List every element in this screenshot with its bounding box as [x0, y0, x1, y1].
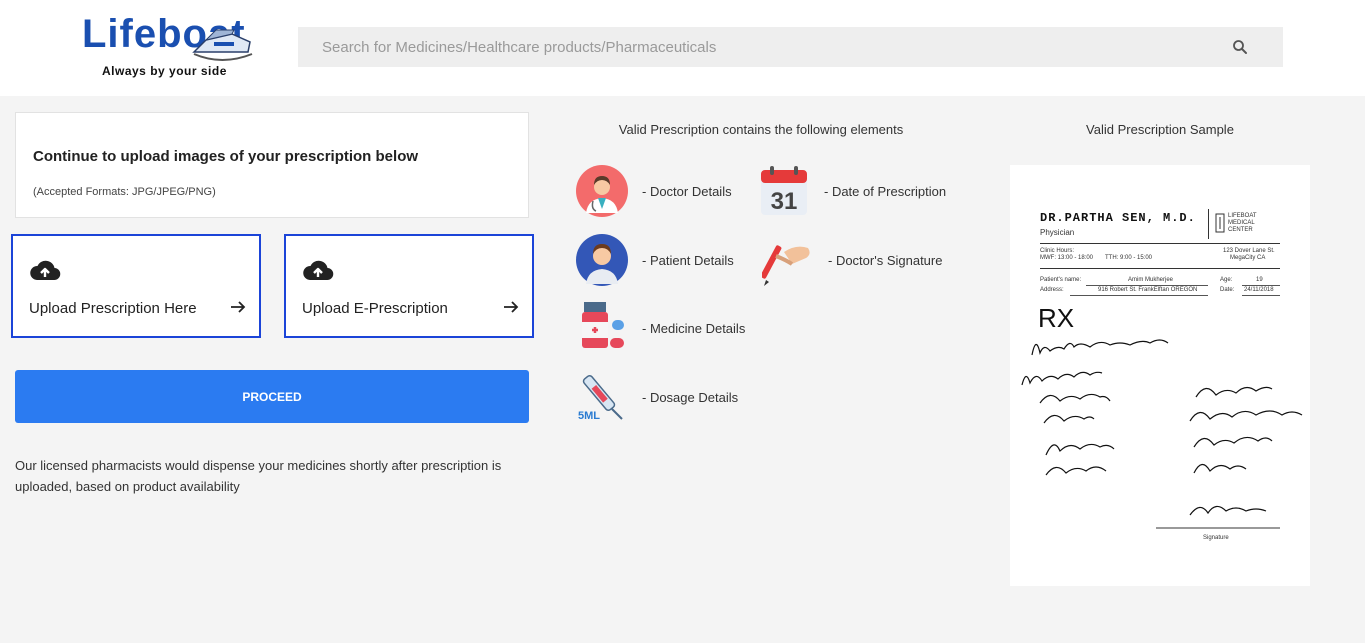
sample-address-2: MegaCity CA — [1230, 255, 1266, 261]
accepted-formats: (Accepted Formats: JPG/JPEG/PNG) — [33, 186, 216, 198]
patient-name-line — [1086, 285, 1208, 286]
center-line-3: CENTER — [1228, 227, 1253, 233]
calendar-icon: 31 — [761, 166, 807, 215]
hours-tth: TTH: 9:00 - 15:00 — [1105, 255, 1153, 261]
date-line — [1242, 295, 1280, 296]
brand-tagline: Always by your side — [102, 64, 227, 78]
upload-prescription-label: Upload Prescription Here — [29, 300, 197, 317]
cloud-upload-icon — [30, 260, 61, 281]
signature-label: Signature — [1203, 535, 1229, 541]
doctor-icon — [576, 165, 628, 217]
element-date-label: - Date of Prescription — [824, 183, 947, 199]
element-medicine-label: - Medicine Details — [642, 320, 746, 336]
patient-age: 19 — [1256, 277, 1263, 283]
sample-doctor-role: Physician — [1040, 228, 1075, 237]
patient-name-label: Patient's name: — [1040, 277, 1082, 283]
upload-prescription-button[interactable]: Upload Prescription Here — [11, 234, 261, 338]
patient-icon — [576, 234, 628, 286]
upload-e-prescription-button[interactable]: Upload E-Prescription — [284, 234, 534, 338]
medical-center-logo-icon — [1215, 213, 1225, 233]
sample-rule-2 — [1040, 268, 1280, 269]
syringe-icon: 5ML — [578, 374, 623, 422]
header: Lifeboat Always by your side — [0, 0, 1365, 96]
center-line-1: LIFEBOAT — [1228, 213, 1257, 219]
arrow-right-icon — [504, 301, 519, 313]
age-label: Age: — [1220, 277, 1233, 283]
handwriting-scribbles — [1021, 339, 1303, 529]
prescription-sample-image: DR.PARTHA SEN, M.D. Physician LIFEBOAT M… — [1010, 165, 1310, 586]
boat-icon — [192, 29, 253, 61]
medicine-icon — [582, 302, 624, 348]
element-signature: - Doctor's Signature — [762, 234, 942, 286]
search-input[interactable] — [298, 27, 1218, 67]
proceed-button[interactable]: PROCEED — [15, 370, 529, 423]
element-patient-details: - Patient Details — [576, 234, 734, 286]
element-patient-label: - Patient Details — [642, 252, 734, 268]
pen-signature-icon — [762, 245, 810, 286]
element-dosage-label: - Dosage Details — [642, 389, 739, 405]
sample-doctor-name: DR.PARTHA SEN, M.D. — [1040, 211, 1196, 225]
date-label: Date: — [1220, 287, 1235, 293]
dose-label: 5ML — [578, 410, 600, 422]
upload-e-prescription-label: Upload E-Prescription — [302, 300, 448, 317]
age-line — [1242, 285, 1280, 286]
sample-rule — [1040, 243, 1280, 244]
upload-heading: Continue to upload images of your prescr… — [33, 148, 419, 165]
cloud-upload-icon — [303, 260, 334, 281]
element-medicine-details: - Medicine Details — [576, 302, 745, 354]
sample-address-1: 123 Dover Lane St. — [1223, 248, 1275, 254]
element-signature-label: - Doctor's Signature — [828, 252, 943, 268]
calendar-day: 31 — [771, 188, 798, 215]
brand-logo[interactable]: Lifeboat Always by your side — [82, 12, 257, 84]
element-doctor-details: - Doctor Details — [576, 165, 732, 217]
upload-info-card: Continue to upload images of your prescr… — [15, 112, 529, 218]
element-dosage-details: 5ML - Dosage Details — [576, 371, 738, 423]
sample-title: Valid Prescription Sample — [1086, 122, 1234, 137]
center-line-2: MEDICAL — [1228, 220, 1255, 226]
sample-divider — [1208, 209, 1209, 239]
element-doctor-label: - Doctor Details — [642, 183, 732, 199]
patient-address: 916 Robert St. FrankElftan OREGON — [1098, 287, 1198, 293]
address-label: Address: — [1040, 287, 1064, 293]
sample-date: 24/11/2018 — [1244, 287, 1274, 293]
pharmacist-note: Our licensed pharmacists would dispense … — [15, 458, 502, 494]
search-bar — [298, 27, 1283, 67]
element-date: 31 - Date of Prescription — [758, 165, 946, 217]
address-line — [1070, 295, 1208, 296]
search-icon[interactable] — [1231, 38, 1249, 56]
arrow-right-icon — [231, 301, 246, 313]
patient-name: Amim Mukherjee — [1128, 277, 1174, 283]
clinic-hours-label: Clinic Hours: — [1040, 248, 1075, 254]
elements-title: Valid Prescription contains the followin… — [618, 122, 904, 137]
hours-mwf: MWF: 13:00 - 18:00 — [1040, 255, 1094, 261]
